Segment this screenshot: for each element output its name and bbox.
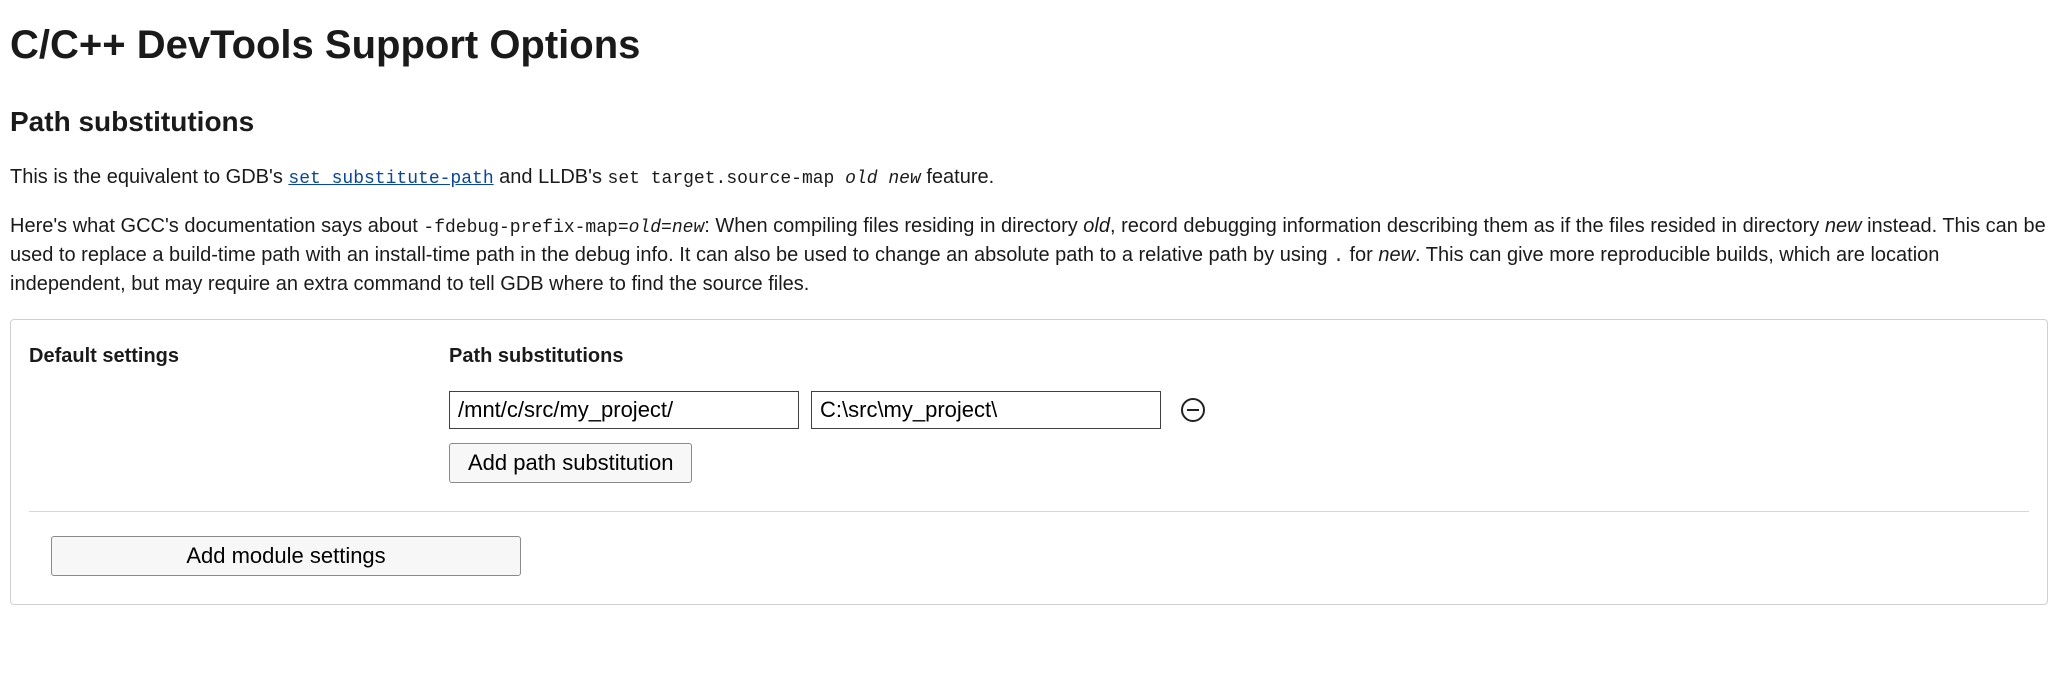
default-settings-label: Default settings <box>29 342 409 371</box>
gcc-dot: . <box>1333 247 1344 267</box>
gcc-new2: new <box>1825 215 1862 237</box>
remove-icon <box>1180 397 1206 423</box>
gcc-after-colon: : When compiling files residing in direc… <box>704 215 1083 237</box>
section-title-path-substitutions: Path substitutions <box>10 102 2048 143</box>
gcc-flag-new: new <box>672 218 704 238</box>
lldb-old: old <box>845 169 877 189</box>
gdb-set-substitute-path-link[interactable]: set substitute-path <box>288 169 493 189</box>
settings-panel: Default settings Path substitutions Add … <box>10 319 2048 605</box>
gcc-old2: old <box>1083 215 1110 237</box>
intro-paragraph: This is the equivalent to GDB's set subs… <box>10 163 2048 192</box>
gcc-after-old2: , record debugging information describin… <box>1110 215 1825 237</box>
remove-substitution-button[interactable] <box>1179 396 1207 424</box>
gcc-pre: Here's what GCC's documentation says abo… <box>10 215 423 237</box>
lldb-cmd: set target.source-map <box>608 169 846 189</box>
gcc-after-dot: for <box>1344 244 1378 266</box>
substitution-row <box>449 391 2029 429</box>
gcc-flag-a: -fdebug-prefix-map= <box>423 218 628 238</box>
gcc-flag-old: old <box>629 218 661 238</box>
lldb-new: new <box>878 169 921 189</box>
page-title: C/C++ DevTools Support Options <box>10 16 2048 74</box>
intro-mid: and LLDB's <box>494 166 608 188</box>
add-path-substitution-button[interactable]: Add path substitution <box>449 443 692 483</box>
gcc-new3: new <box>1378 244 1415 266</box>
intro-text-pre: This is the equivalent to GDB's <box>10 166 288 188</box>
add-module-settings-button[interactable]: Add module settings <box>51 536 521 576</box>
substitution-from-input[interactable] <box>449 391 799 429</box>
path-substitutions-label: Path substitutions <box>449 342 2029 371</box>
substitution-to-input[interactable] <box>811 391 1161 429</box>
gcc-flag-eq: = <box>661 218 672 238</box>
intro-post: feature. <box>921 166 994 188</box>
divider <box>29 511 2029 512</box>
gcc-paragraph: Here's what GCC's documentation says abo… <box>10 212 2048 299</box>
